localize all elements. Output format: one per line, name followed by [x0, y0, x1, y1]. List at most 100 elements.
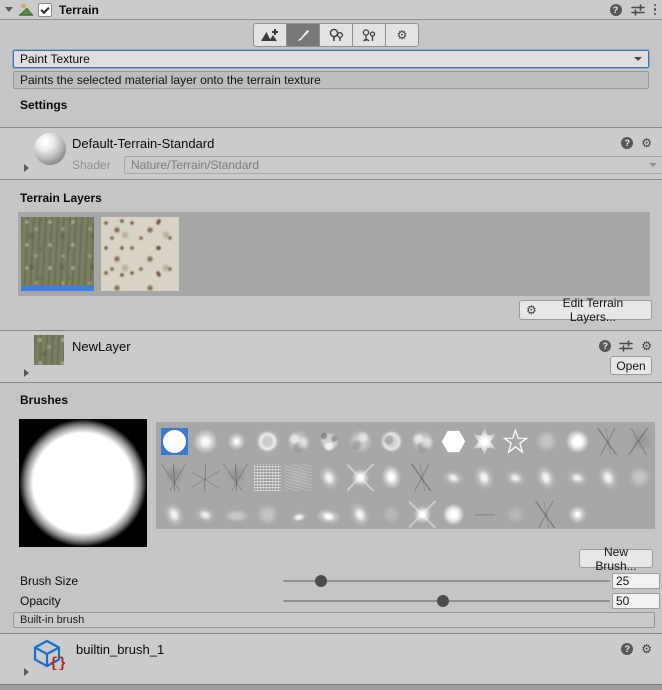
brush-thumbnail-star5[interactable] [502, 428, 529, 455]
mountain-plus-icon [260, 28, 280, 43]
brush-thumbnail-sel[interactable] [161, 428, 188, 455]
brush-thumbnail-branch[interactable] [223, 464, 250, 491]
presets-icon[interactable] [619, 340, 633, 352]
material-preview-sphere[interactable] [34, 133, 66, 165]
brush-preview [19, 419, 147, 547]
gear-icon[interactable] [641, 339, 652, 353]
brush-thumbnail-square[interactable] [254, 464, 281, 491]
scriptable-object-icon: {} [33, 638, 65, 670]
gear-icon[interactable] [641, 136, 652, 150]
shader-value: Nature/Terrain/Standard [131, 158, 259, 172]
builtin-brush-foldout-icon[interactable] [24, 668, 29, 676]
component-enabled-checkbox[interactable] [38, 3, 52, 17]
brush-thumbnail-blob[interactable] [533, 464, 560, 491]
brush-thumbnail-blob[interactable] [347, 501, 374, 528]
builtin-brush-block: {} builtin_brush_1 [0, 633, 662, 685]
brush-thumbnail-wisp[interactable] [223, 501, 250, 528]
brush-thumbnail-ring[interactable] [254, 428, 281, 455]
presets-icon[interactable] [631, 4, 645, 16]
brush-thumbnail-mottle2[interactable] [347, 428, 374, 455]
help-icon[interactable] [599, 340, 611, 352]
brush-thumbnail-star6[interactable] [471, 428, 498, 455]
brush-thumbnail-blob[interactable] [471, 464, 498, 491]
brush-thumbnail-bright2[interactable] [440, 501, 467, 528]
brush-thumbnail-blob2[interactable] [192, 501, 219, 528]
brush-thumbnail-dot[interactable] [223, 428, 250, 455]
paint-details-button[interactable] [352, 23, 386, 47]
brush-thumbnail-twig2[interactable] [626, 428, 653, 455]
brush-thumbnail-mottle[interactable] [409, 428, 436, 455]
brush-thumbnail-twig[interactable] [595, 428, 622, 455]
brush-thumbnail-faint[interactable] [533, 428, 560, 455]
builtin-brush-note: Built-in brush [13, 612, 655, 628]
new-brush-button[interactable]: New Brush... [579, 549, 653, 568]
paintbrush-icon [296, 28, 311, 43]
brush-thumbnail-ring2[interactable] [378, 428, 405, 455]
brush-thumbnail-faint2[interactable] [378, 501, 405, 528]
terrain-settings-button[interactable] [385, 23, 419, 47]
brush-size-field[interactable] [612, 573, 660, 589]
paint-trees-button[interactable] [319, 23, 353, 47]
slider-thumb[interactable] [315, 575, 327, 587]
component-foldout-icon[interactable] [5, 7, 13, 12]
brush-thumbnail-arcbright[interactable] [316, 501, 343, 528]
chevron-down-icon [634, 57, 642, 61]
edit-terrain-layers-button[interactable]: Edit Terrain Layers... [519, 300, 652, 320]
brush-thumbnail-faint[interactable] [254, 501, 281, 528]
builtin-brush-name: builtin_brush_1 [76, 642, 164, 657]
brush-size-slider[interactable] [283, 574, 610, 588]
brush-thumbnail-line[interactable] [471, 501, 498, 528]
brush-thumbnail-faint[interactable] [626, 464, 653, 491]
terrain-layer-thumbnail-rock[interactable] [101, 217, 179, 291]
brush-thumbnail-twig[interactable] [533, 501, 560, 528]
brush-thumbnail-dot[interactable] [564, 501, 591, 528]
brush-thumbnail-blob2[interactable] [564, 464, 591, 491]
shader-label: Shader [72, 158, 111, 172]
brush-thumbnail-blob2[interactable] [502, 464, 529, 491]
brush-thumbnail-branch2[interactable] [192, 464, 219, 491]
brush-thumbnail-blob[interactable] [161, 501, 188, 528]
create-neighbor-terrains-button[interactable] [253, 23, 287, 47]
open-layer-button[interactable]: Open [610, 356, 652, 375]
help-icon[interactable] [610, 4, 622, 16]
material-name: Default-Terrain-Standard [72, 136, 214, 151]
brush-thumbnail-blob2[interactable] [440, 464, 467, 491]
brush-thumbnail-burst[interactable] [409, 501, 436, 528]
brush-thumbnail-hex[interactable] [440, 428, 467, 455]
brush-thumbnail-blob[interactable] [595, 464, 622, 491]
brush-thumbnail-speck[interactable] [316, 428, 343, 455]
brush-thumbnail-blobbright[interactable] [378, 464, 405, 491]
brush-thumbnail-bright[interactable] [564, 428, 591, 455]
brush-thumbnail-faint2[interactable] [502, 501, 529, 528]
opacity-slider[interactable] [283, 594, 610, 608]
terrain-layers-section-label: Terrain Layers [20, 191, 102, 205]
brush-thumbnail-mottle[interactable] [285, 428, 312, 455]
brush-thumbnail-blob[interactable] [316, 464, 343, 491]
help-icon[interactable] [621, 643, 633, 655]
new-brush-label: New Brush... [586, 545, 646, 573]
new-layer-thumbnail[interactable] [34, 335, 64, 365]
kebab-menu-icon[interactable] [654, 4, 657, 16]
component-header: Terrain [0, 0, 662, 20]
terrain-inspector: Terrain [0, 0, 662, 690]
help-icon[interactable] [621, 137, 633, 149]
brush-thumbnail-noisefaint[interactable] [285, 464, 312, 491]
opacity-field[interactable] [612, 593, 660, 609]
paint-terrain-button[interactable] [286, 23, 320, 47]
brush-thumbnail-twig[interactable] [409, 464, 436, 491]
gear-icon[interactable] [641, 642, 652, 656]
new-layer-name: NewLayer [72, 339, 131, 354]
slider-thumb[interactable] [437, 595, 449, 607]
brush-thumbnail-glow[interactable] [192, 428, 219, 455]
shader-dropdown: Nature/Terrain/Standard [124, 156, 662, 174]
open-button-label: Open [616, 359, 645, 373]
brush-thumbnail-arc[interactable] [285, 501, 312, 528]
material-foldout-icon[interactable] [24, 164, 29, 172]
brush-thumbnail-branch[interactable] [161, 464, 188, 491]
selected-layer-indicator [21, 286, 94, 291]
terrain-layer-thumbnail-grass[interactable] [21, 217, 94, 291]
paint-mode-dropdown[interactable]: Paint Texture [13, 50, 649, 68]
brush-thumbnail-burst[interactable] [347, 464, 374, 491]
new-layer-foldout-icon[interactable] [24, 369, 29, 377]
brush-size-label: Brush Size [20, 574, 78, 588]
